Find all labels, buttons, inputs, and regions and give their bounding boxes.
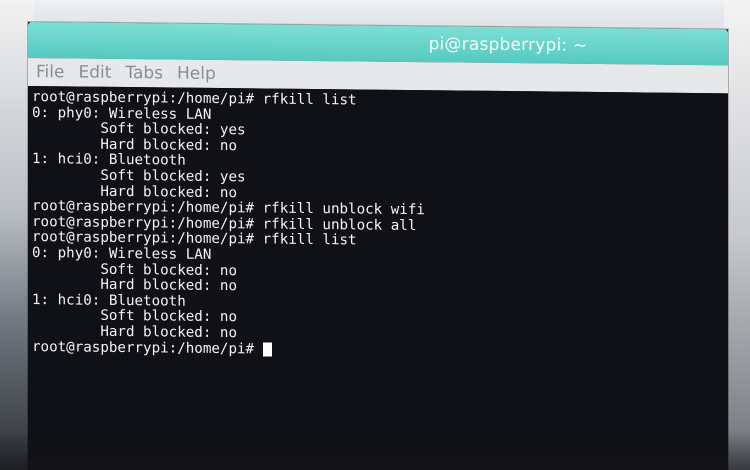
menu-file[interactable]: File (36, 62, 64, 82)
shell-prompt: root@raspberrypi:/home/pi# (32, 338, 263, 357)
terminal-window[interactable]: pi@raspberrypi: ~ File Edit Tabs Help ro… (28, 22, 728, 470)
photo-glare (0, 430, 750, 470)
menu-edit[interactable]: Edit (78, 63, 111, 83)
window-title: pi@raspberrypi: ~ (428, 34, 588, 56)
menu-help[interactable]: Help (177, 64, 216, 84)
photo-scene: pi@raspberrypi: ~ File Edit Tabs Help ro… (0, 0, 750, 470)
terminal-output[interactable]: root@raspberrypi:/home/pi# rfkill list 0… (28, 86, 728, 470)
text-cursor (262, 342, 272, 357)
menu-tabs[interactable]: Tabs (125, 63, 163, 83)
